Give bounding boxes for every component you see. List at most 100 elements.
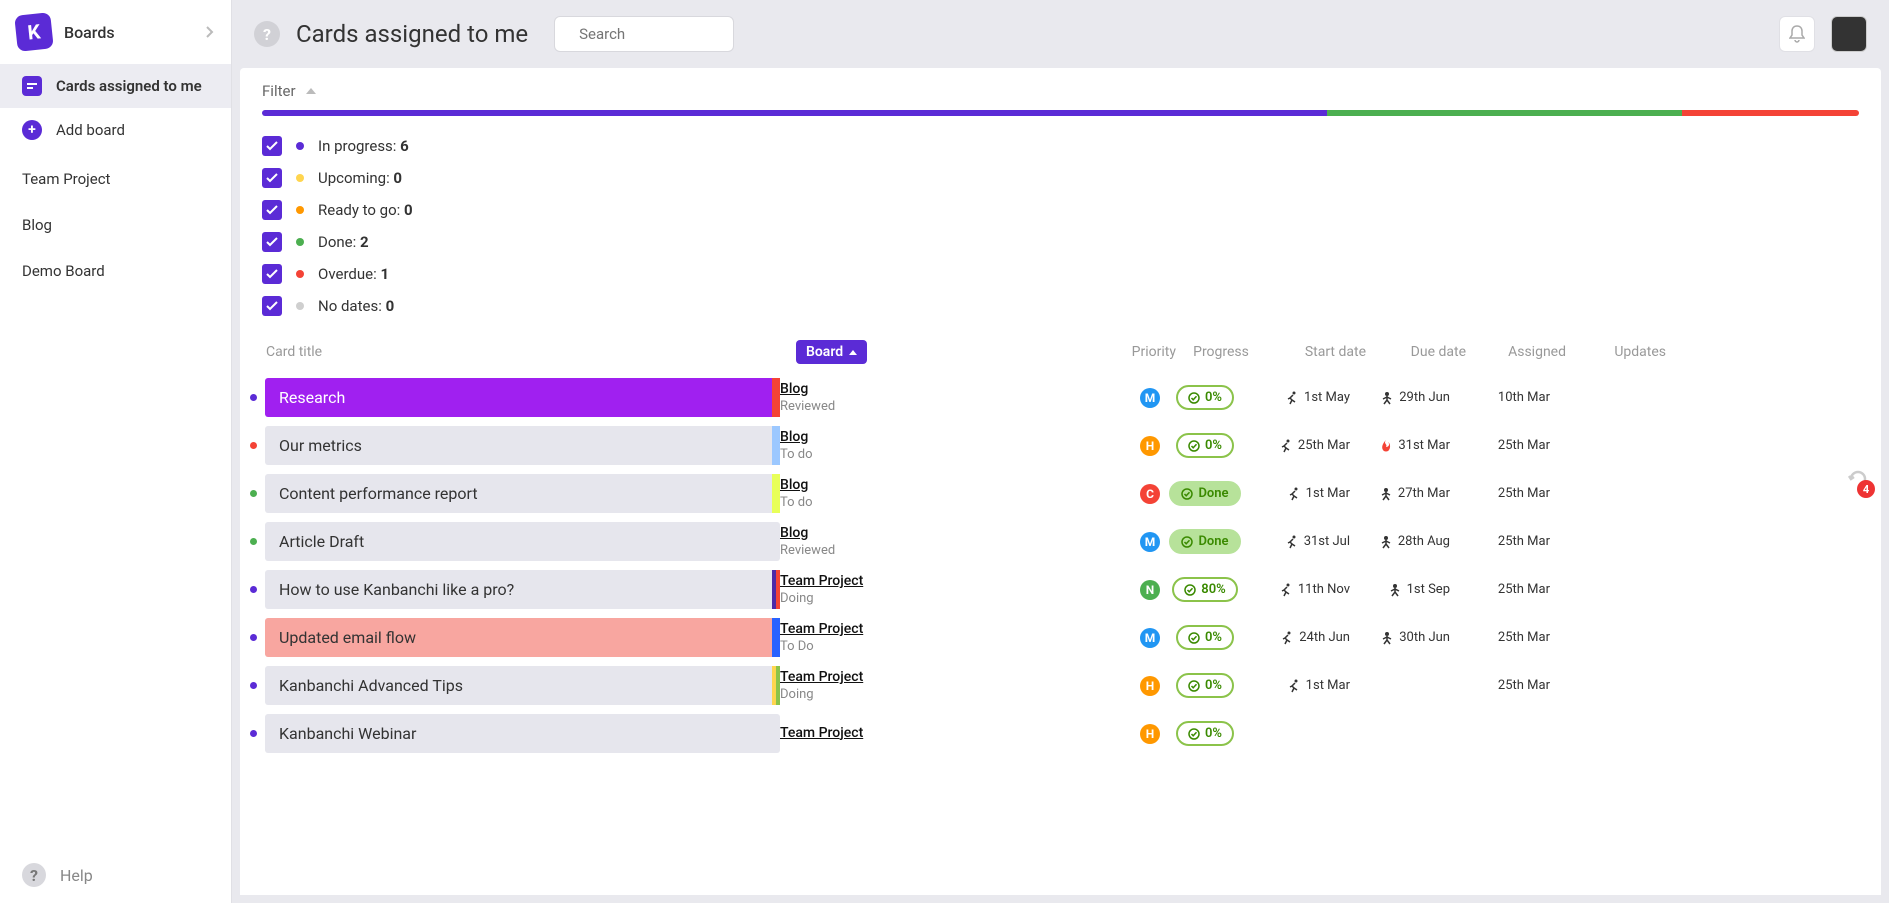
board-status: Doing bbox=[780, 687, 1080, 702]
card-title: How to use Kanbanchi like a pro? bbox=[279, 580, 514, 599]
status-dot-icon bbox=[296, 174, 304, 182]
board-link[interactable]: Blog bbox=[780, 429, 1080, 445]
board-link[interactable]: Blog bbox=[780, 381, 1080, 397]
notifications-button[interactable] bbox=[1779, 16, 1815, 52]
sidebar-header[interactable]: K Boards bbox=[0, 0, 231, 64]
filter-item[interactable]: In progress: 6 bbox=[262, 130, 1859, 162]
progress-cell: 0% bbox=[1160, 385, 1250, 410]
start-date-cell: 1st May bbox=[1250, 390, 1350, 405]
start-date-cell: 11th Nov bbox=[1250, 582, 1350, 597]
board-link[interactable]: Team Project bbox=[780, 669, 1080, 685]
table-row[interactable]: Updated email flow Team Project To Do M … bbox=[240, 614, 1881, 661]
board-link[interactable]: Blog bbox=[780, 477, 1080, 493]
sidebar-item-cards-assigned[interactable]: Cards assigned to me bbox=[0, 64, 231, 108]
card-title: Kanbanchi Advanced Tips bbox=[279, 676, 463, 695]
plus-icon: + bbox=[22, 120, 42, 140]
th-due-date[interactable]: Due date bbox=[1366, 344, 1466, 360]
search-box[interactable] bbox=[554, 16, 734, 52]
table-row[interactable]: Kanbanchi Webinar Team Project H 0% bbox=[240, 710, 1881, 757]
card-edge-colors bbox=[772, 522, 780, 561]
table-row[interactable]: Kanbanchi Advanced Tips Team Project Doi… bbox=[240, 662, 1881, 709]
sidebar-board-blog[interactable]: Blog bbox=[0, 206, 231, 244]
due-icon bbox=[1379, 439, 1393, 453]
th-progress[interactable]: Progress bbox=[1176, 344, 1266, 360]
sidebar-help[interactable]: ? Help bbox=[0, 847, 231, 903]
card-title: Research bbox=[279, 388, 345, 407]
board-status: Reviewed bbox=[780, 399, 1080, 414]
checkbox-icon[interactable] bbox=[262, 264, 282, 284]
row-status-dot-icon bbox=[250, 538, 257, 545]
user-avatar[interactable] bbox=[1831, 16, 1867, 52]
card-title-pill[interactable]: How to use Kanbanchi like a pro? bbox=[265, 570, 780, 609]
filter-item[interactable]: Upcoming: 0 bbox=[262, 162, 1859, 194]
board-link[interactable]: Team Project bbox=[780, 621, 1080, 637]
sidebar-item-add-board[interactable]: + Add board bbox=[0, 108, 231, 152]
card-title: Updated email flow bbox=[279, 628, 416, 647]
table-row[interactable]: Content performance report Blog To do C … bbox=[240, 470, 1881, 517]
table-row[interactable]: Our metrics Blog To do H 0% 25th Mar 31s… bbox=[240, 422, 1881, 469]
card-edge-colors bbox=[772, 378, 780, 417]
board-cell: Blog To do bbox=[780, 429, 1080, 462]
th-card-title[interactable]: Card title bbox=[266, 344, 796, 360]
card-title-pill[interactable]: Kanbanchi Advanced Tips bbox=[265, 666, 780, 705]
table-row[interactable]: Article Draft Blog Reviewed M Done 31st … bbox=[240, 518, 1881, 565]
start-icon bbox=[1287, 487, 1301, 501]
board-cell: Blog Reviewed bbox=[780, 381, 1080, 414]
checkbox-icon[interactable] bbox=[262, 232, 282, 252]
board-status: Reviewed bbox=[780, 543, 1080, 558]
filter-item[interactable]: Ready to go: 0 bbox=[262, 194, 1859, 226]
filter-toggle[interactable]: Filter bbox=[240, 82, 1881, 110]
progress-badge: 0% bbox=[1176, 385, 1234, 410]
board-cell: Blog Reviewed bbox=[780, 525, 1080, 558]
card-title-pill[interactable]: Kanbanchi Webinar bbox=[265, 714, 780, 753]
help-circle-icon[interactable]: ? bbox=[254, 21, 280, 47]
checkbox-icon[interactable] bbox=[262, 136, 282, 156]
priority-cell: H bbox=[1080, 723, 1160, 744]
table-header: Card title Board Priority Progress Start… bbox=[240, 340, 1881, 374]
check-circle-icon bbox=[1188, 728, 1200, 740]
due-date-cell: 27th Mar bbox=[1350, 486, 1450, 501]
card-edge-colors bbox=[772, 426, 780, 465]
checkbox-icon[interactable] bbox=[262, 200, 282, 220]
board-link[interactable]: Blog bbox=[780, 525, 1080, 541]
priority-badge: C bbox=[1140, 484, 1160, 504]
priority-badge: H bbox=[1140, 436, 1160, 456]
th-assigned[interactable]: Assigned bbox=[1466, 344, 1566, 360]
status-dot-icon bbox=[296, 142, 304, 150]
card-title-pill[interactable]: Our metrics bbox=[265, 426, 780, 465]
caret-up-icon bbox=[306, 88, 316, 94]
table-body: Research Blog Reviewed M 0% 1st May 29th… bbox=[240, 374, 1881, 757]
card-title-pill[interactable]: Updated email flow bbox=[265, 618, 780, 657]
card-title-pill[interactable]: Research bbox=[265, 378, 780, 417]
progress-cell: Done bbox=[1160, 481, 1250, 506]
status-dot-icon bbox=[296, 270, 304, 278]
row-status-dot-icon bbox=[250, 490, 257, 497]
sidebar-board-demo[interactable]: Demo Board bbox=[0, 252, 231, 290]
start-icon bbox=[1279, 583, 1293, 597]
card-title-pill[interactable]: Article Draft bbox=[265, 522, 780, 561]
updates-badge[interactable]: 4 bbox=[1857, 480, 1875, 498]
filter-item[interactable]: Done: 2 bbox=[262, 226, 1859, 258]
th-board[interactable]: Board bbox=[796, 340, 1096, 364]
filter-item[interactable]: Overdue: 1 bbox=[262, 258, 1859, 290]
check-circle-icon bbox=[1188, 632, 1200, 644]
table-row[interactable]: Research Blog Reviewed M 0% 1st May 29th… bbox=[240, 374, 1881, 421]
table-row[interactable]: How to use Kanbanchi like a pro? Team Pr… bbox=[240, 566, 1881, 613]
board-link[interactable]: Team Project bbox=[780, 725, 1080, 741]
priority-badge: N bbox=[1140, 580, 1160, 600]
search-input[interactable] bbox=[579, 25, 778, 43]
card-title-pill[interactable]: Content performance report bbox=[265, 474, 780, 513]
checkbox-icon[interactable] bbox=[262, 296, 282, 316]
filter-item[interactable]: No dates: 0 bbox=[262, 290, 1859, 322]
th-priority[interactable]: Priority bbox=[1096, 344, 1176, 360]
board-link[interactable]: Team Project bbox=[780, 573, 1080, 589]
check-circle-icon bbox=[1188, 392, 1200, 404]
progress-cell: 0% bbox=[1160, 673, 1250, 698]
sidebar-board-team-project[interactable]: Team Project bbox=[0, 160, 231, 198]
board-cell: Team Project To Do bbox=[780, 621, 1080, 654]
th-updates[interactable]: Updates bbox=[1566, 344, 1666, 360]
th-start-date[interactable]: Start date bbox=[1266, 344, 1366, 360]
checkbox-icon[interactable] bbox=[262, 168, 282, 188]
content: Filter In progress: 6 Upcoming: 0 Ready … bbox=[240, 68, 1881, 895]
filter-label: Overdue: 1 bbox=[318, 265, 389, 283]
